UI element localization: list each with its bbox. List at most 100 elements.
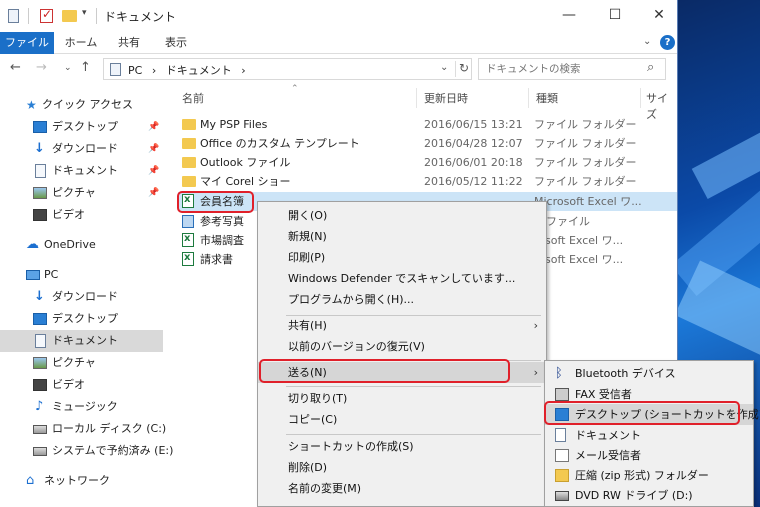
nav-onedrive[interactable]: ☁ OneDrive bbox=[0, 234, 163, 256]
sendto-bluetooth[interactable]: ᛒ Bluetooth デバイス bbox=[545, 363, 753, 384]
chevron-down-icon[interactable]: ⌄ bbox=[440, 62, 448, 73]
column-divider[interactable] bbox=[416, 88, 417, 108]
menu-item-rename[interactable]: 名前の変更(M) bbox=[258, 478, 546, 499]
nav-pc-pictures[interactable]: ピクチャ bbox=[0, 352, 163, 374]
column-header-date[interactable]: 更新日時 bbox=[424, 90, 468, 106]
column-header-type[interactable]: 種類 bbox=[536, 90, 558, 106]
cloud-icon: ☁ bbox=[26, 237, 39, 252]
nav-pc-downloads[interactable]: ↓ ダウンロード bbox=[0, 286, 163, 308]
nav-local-disk-c[interactable]: ローカル ディスク (C:) bbox=[0, 418, 166, 440]
bluetooth-icon: ᛒ bbox=[555, 366, 563, 381]
context-menu: 開く(O) 新規(N) 印刷(P) Windows Defender でスキャン… bbox=[257, 201, 547, 507]
menu-item-cut[interactable]: 切り取り(T) bbox=[258, 388, 546, 409]
dvd-drive-icon bbox=[555, 491, 569, 501]
mail-icon bbox=[555, 449, 569, 462]
document-icon bbox=[555, 428, 566, 442]
nav-pc-documents[interactable]: ドキュメント bbox=[0, 330, 163, 352]
nav-pc-music[interactable]: ♪ ミュージック bbox=[0, 396, 163, 418]
column-divider[interactable] bbox=[528, 88, 529, 108]
close-button[interactable]: ✕ bbox=[636, 4, 677, 28]
drive-icon bbox=[33, 447, 47, 456]
sort-caret-icon: ⌃ bbox=[291, 84, 299, 94]
up-button[interactable]: ↑ bbox=[80, 60, 91, 75]
menu-item-defender-scan[interactable]: Windows Defender でスキャンしています... bbox=[258, 268, 546, 289]
maximize-button[interactable]: ☐ bbox=[592, 4, 638, 28]
chevron-down-icon[interactable]: ▾ bbox=[82, 8, 87, 18]
desktop-icon bbox=[33, 121, 47, 133]
search-box[interactable]: ⌕ bbox=[478, 58, 666, 80]
menu-item-print[interactable]: 印刷(P) bbox=[258, 247, 546, 268]
expand-ribbon-icon[interactable]: ⌄ bbox=[643, 36, 651, 47]
nav-desktop[interactable]: デスクトップ 📌 bbox=[0, 116, 163, 138]
sendto-mail-recipient[interactable]: メール受信者 bbox=[545, 445, 753, 466]
menu-separator bbox=[286, 386, 541, 387]
nav-pictures[interactable]: ピクチャ 📌 bbox=[0, 182, 163, 204]
breadcrumb-pc[interactable]: PC bbox=[128, 64, 142, 77]
menu-item-share[interactable]: 共有(H) › bbox=[258, 315, 546, 336]
folder-icon bbox=[182, 157, 196, 168]
column-divider[interactable] bbox=[640, 88, 641, 108]
folder-icon bbox=[182, 176, 196, 187]
file-row[interactable]: My PSP Files 2016/06/15 13:21 ファイル フォルダー bbox=[178, 115, 677, 134]
file-row[interactable]: Outlook ファイル 2016/06/01 20:18 ファイル フォルダー bbox=[178, 153, 677, 172]
sendto-documents[interactable]: ドキュメント bbox=[545, 425, 753, 446]
highlight-frame bbox=[259, 359, 510, 383]
nav-downloads[interactable]: ↓ ダウンロード 📌 bbox=[0, 138, 163, 160]
search-input[interactable] bbox=[479, 59, 639, 79]
document-icon bbox=[35, 164, 46, 178]
nav-pc-videos[interactable]: ビデオ bbox=[0, 374, 163, 396]
checkmark-icon[interactable] bbox=[40, 7, 53, 23]
menu-item-new[interactable]: 新規(N) bbox=[258, 226, 546, 247]
tab-share[interactable]: 共有 bbox=[108, 32, 150, 54]
document-icon bbox=[35, 334, 46, 348]
tab-file[interactable]: ファイル bbox=[0, 32, 54, 54]
nav-documents[interactable]: ドキュメント 📌 bbox=[0, 160, 163, 182]
nav-quick-access[interactable]: ★ クイック アクセス bbox=[0, 94, 163, 116]
recent-locations-icon[interactable]: ⌄ bbox=[64, 63, 72, 73]
sendto-dvd-drive[interactable]: DVD RW ドライブ (D:) bbox=[545, 485, 753, 506]
menu-item-restore-previous[interactable]: 以前のバージョンの復元(V) bbox=[258, 336, 546, 357]
menu-item-delete[interactable]: 削除(D) bbox=[258, 457, 546, 478]
nav-system-reserved-e[interactable]: システムで予約済み (E:) bbox=[0, 440, 173, 462]
address-bar[interactable]: PC › ドキュメント › ⌄ ↻ bbox=[103, 58, 472, 80]
nav-pc-desktop[interactable]: デスクトップ bbox=[0, 308, 163, 330]
pin-icon[interactable]: 📌 bbox=[148, 138, 159, 160]
tab-home[interactable]: ホーム bbox=[58, 32, 104, 54]
folder-icon bbox=[182, 119, 196, 130]
tab-view[interactable]: 表示 bbox=[154, 32, 198, 54]
folder-icon bbox=[182, 138, 196, 149]
excel-icon bbox=[182, 248, 194, 267]
new-folder-icon[interactable] bbox=[62, 10, 77, 22]
breadcrumb-separator[interactable]: › bbox=[241, 64, 245, 77]
nav-network[interactable]: ⌂ ネットワーク bbox=[0, 470, 163, 492]
file-row[interactable]: Office のカスタム テンプレート 2016/04/28 12:07 ファイ… bbox=[178, 134, 677, 153]
breadcrumb-separator[interactable]: › bbox=[152, 64, 156, 77]
back-button[interactable]: ← bbox=[10, 60, 21, 75]
sendto-zip-folder[interactable]: 圧縮 (zip 形式) フォルダー bbox=[545, 465, 753, 486]
column-header-name[interactable]: 名前 bbox=[182, 90, 204, 106]
nav-pc[interactable]: PC bbox=[0, 264, 163, 286]
pin-icon[interactable]: 📌 bbox=[148, 116, 159, 138]
download-icon: ↓ bbox=[34, 141, 45, 156]
pin-icon[interactable]: 📌 bbox=[148, 160, 159, 182]
forward-button[interactable]: → bbox=[36, 60, 47, 75]
menu-item-create-shortcut[interactable]: ショートカットの作成(S) bbox=[258, 436, 546, 457]
pin-icon[interactable]: 📌 bbox=[148, 182, 159, 204]
breadcrumb-documents[interactable]: ドキュメント bbox=[166, 64, 232, 77]
send-to-submenu: ᛒ Bluetooth デバイス FAX 受信者 デスクトップ (ショートカットを… bbox=[544, 360, 760, 507]
pictures-icon bbox=[33, 187, 47, 199]
music-icon: ♪ bbox=[35, 399, 44, 414]
excel-icon bbox=[182, 229, 194, 248]
network-icon: ⌂ bbox=[26, 473, 35, 488]
properties-icon[interactable] bbox=[8, 9, 19, 23]
search-icon[interactable]: ⌕ bbox=[647, 60, 654, 75]
file-row[interactable]: マイ Corel ショー 2016/05/12 11:22 ファイル フォルダー bbox=[178, 172, 677, 191]
menu-item-open[interactable]: 開く(O) bbox=[258, 205, 546, 226]
menu-item-open-with[interactable]: プログラムから開く(H)... bbox=[258, 289, 546, 310]
minimize-button[interactable]: — bbox=[546, 4, 592, 28]
nav-videos[interactable]: ビデオ bbox=[0, 204, 163, 226]
refresh-icon[interactable]: ↻ bbox=[455, 61, 469, 77]
menu-item-copy[interactable]: コピー(C) bbox=[258, 409, 546, 430]
help-icon[interactable]: ? bbox=[660, 35, 675, 50]
highlight-frame bbox=[544, 401, 740, 425]
